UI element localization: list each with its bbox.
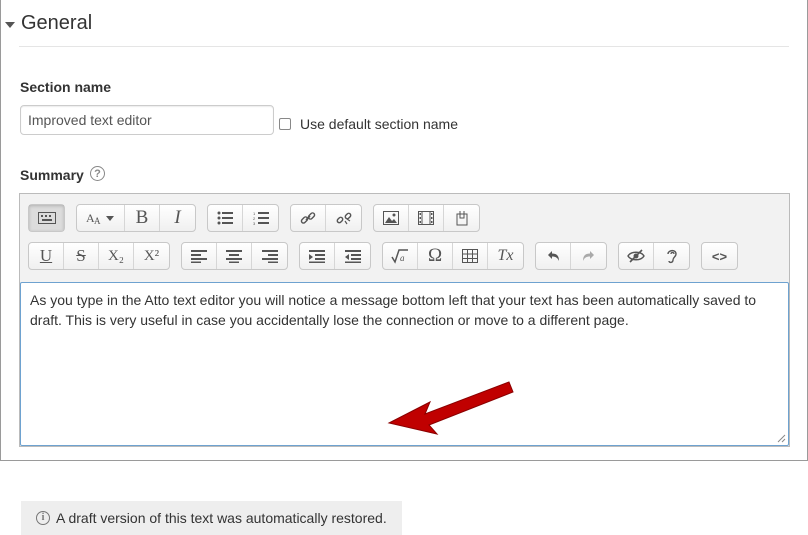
toolbar-group-text-style: U S X₂ X² <box>28 242 170 270</box>
toolbar-group-html: <> <box>701 242 738 270</box>
insert-media-button[interactable] <box>409 205 444 231</box>
svg-text:3: 3 <box>253 221 256 225</box>
svg-text:a: a <box>400 253 405 263</box>
film-icon <box>418 211 434 225</box>
html-source-button[interactable]: <> <box>702 243 737 269</box>
annotation-arrow-icon <box>387 381 514 435</box>
equation-button[interactable]: a <box>383 243 418 269</box>
subscript-button[interactable]: X₂ <box>99 243 134 269</box>
editor-content-text: As you type in the Atto text editor you … <box>30 292 757 328</box>
screenreader-helper-button[interactable] <box>654 243 689 269</box>
bullet-list-icon <box>217 211 233 225</box>
toolbar-group-accessibility <box>618 242 690 270</box>
insert-image-button[interactable] <box>374 205 409 231</box>
unlink-icon <box>336 212 351 225</box>
svg-text:A: A <box>94 216 101 225</box>
align-left-button[interactable] <box>182 243 217 269</box>
use-default-section-name-label[interactable]: Use default section name <box>300 116 458 132</box>
indent-button[interactable] <box>300 243 335 269</box>
resize-grip-icon[interactable] <box>776 433 786 443</box>
info-icon: i <box>36 511 50 525</box>
fieldset-title: General <box>21 12 93 34</box>
toolbar-group-undo <box>535 242 607 270</box>
unordered-list-button[interactable] <box>208 205 243 231</box>
strikethrough-button[interactable]: S <box>64 243 99 269</box>
align-center-button[interactable] <box>217 243 252 269</box>
toolbar-group-files <box>373 204 480 232</box>
undo-icon <box>548 251 559 261</box>
toolbar-row-2: U S X₂ X² a Ω Tx <> <box>28 242 749 270</box>
question-circle-icon[interactable]: ? <box>90 166 105 181</box>
link-button[interactable] <box>291 205 326 231</box>
summary-label: Summary <box>20 167 84 183</box>
use-default-section-name-checkbox[interactable] <box>279 118 291 130</box>
page-frame: General Section name Use default section… <box>0 0 808 535</box>
autosave-notice-text: A draft version of this text was automat… <box>56 510 387 526</box>
redo-button[interactable] <box>571 243 606 269</box>
toolbar-row-1: AA B I 123 <box>28 204 491 232</box>
undo-button[interactable] <box>536 243 571 269</box>
manage-files-button[interactable] <box>444 205 479 231</box>
autosave-notice: i A draft version of this text was autom… <box>21 501 402 535</box>
files-icon <box>456 211 467 226</box>
underline-button[interactable]: U <box>29 243 64 269</box>
keyboard-icon <box>37 212 56 224</box>
toolbar-group-list: 123 <box>207 204 279 232</box>
bold-button[interactable]: B <box>125 205 160 231</box>
toolbar-group-collapse <box>28 204 65 232</box>
toolbar-group-indent <box>299 242 371 270</box>
section-name-label: Section name <box>20 79 112 95</box>
legend-divider <box>19 46 789 47</box>
show-more-buttons-button[interactable] <box>29 205 64 231</box>
image-icon <box>383 211 399 225</box>
redo-icon <box>582 251 594 261</box>
align-right-button[interactable] <box>252 243 287 269</box>
fieldset-legend[interactable]: General <box>5 12 92 35</box>
italic-button[interactable]: I <box>160 205 195 231</box>
toolbar-group-insert: a Ω Tx <box>382 242 524 270</box>
toolbar-group-style: AA B I <box>76 204 196 232</box>
ear-icon <box>666 249 677 264</box>
ordered-list-button[interactable]: 123 <box>243 205 278 231</box>
align-center-icon <box>226 249 242 263</box>
align-left-icon <box>191 249 207 263</box>
font-size-icon: AA <box>86 211 114 225</box>
special-character-button[interactable]: Ω <box>418 243 453 269</box>
table-icon <box>462 249 478 263</box>
numbered-list-icon: 123 <box>253 211 269 225</box>
eye-slash-icon <box>627 249 645 263</box>
collapse-caret-icon[interactable] <box>5 21 15 28</box>
toolbar-group-links <box>290 204 362 232</box>
square-root-icon: a <box>391 249 408 264</box>
link-icon <box>300 212 316 224</box>
align-right-icon <box>261 249 278 263</box>
toolbar-group-align <box>181 242 288 270</box>
superscript-button[interactable]: X² <box>134 243 169 269</box>
unlink-button[interactable] <box>326 205 361 231</box>
outdent-button[interactable] <box>335 243 370 269</box>
table-button[interactable] <box>453 243 488 269</box>
accessibility-checker-button[interactable] <box>619 243 654 269</box>
outdent-icon <box>344 249 361 263</box>
paragraph-styles-button[interactable]: AA <box>77 205 125 231</box>
section-name-input[interactable] <box>20 105 274 135</box>
clear-formatting-button[interactable]: Tx <box>488 243 523 269</box>
indent-icon <box>309 249 325 263</box>
